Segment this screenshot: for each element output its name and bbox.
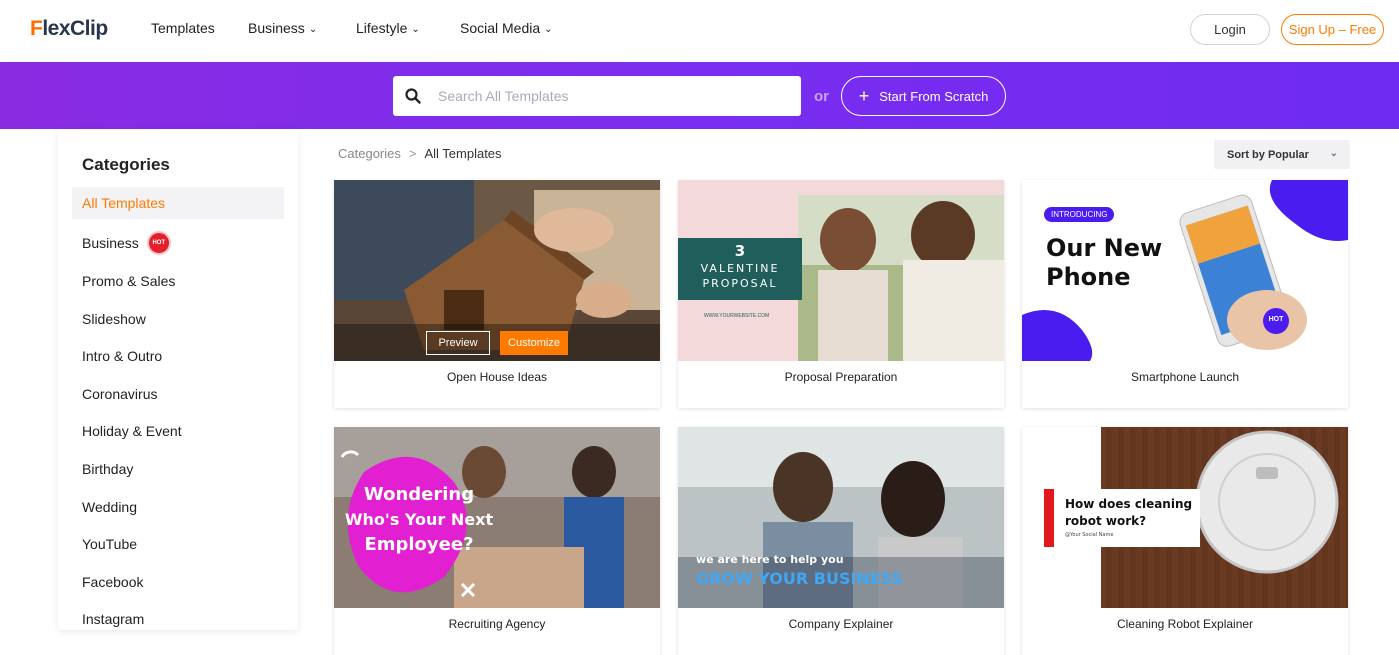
template-thumbnail[interactable]: INTRODUCING Our New Phone HOT <box>1022 180 1348 361</box>
category-business[interactable]: Business HOT <box>72 225 284 263</box>
thumb-headline: Our New Phone <box>1046 234 1162 292</box>
template-title[interactable]: Proposal Preparation <box>678 370 1004 384</box>
breadcrumb-separator: > <box>408 146 417 161</box>
template-title[interactable]: Open House Ideas <box>334 370 660 384</box>
chevron-down-icon: ⌄ <box>1329 148 1338 159</box>
or-label: or <box>814 88 829 105</box>
preview-button[interactable]: Preview <box>426 330 490 355</box>
plus-icon: + <box>858 86 870 106</box>
thumb-line3: Employee? <box>364 534 474 555</box>
category-facebook[interactable]: Facebook <box>72 563 284 601</box>
template-title[interactable]: Smartphone Launch <box>1022 370 1348 384</box>
category-holiday-event[interactable]: Holiday & Event <box>72 413 284 451</box>
thumb-line1: we are here to help you <box>696 553 844 566</box>
template-title[interactable]: Cleaning Robot Explainer <box>1022 617 1348 631</box>
thumb-line2: GROW YOUR BUSINESS <box>696 569 904 588</box>
customize-button[interactable]: Customize <box>500 330 568 355</box>
template-card-smartphone[interactable]: INTRODUCING Our New Phone HOT Smartphone… <box>1022 180 1348 408</box>
search-banner: or + Start From Scratch <box>0 62 1399 129</box>
categories-title: Categories <box>82 155 170 174</box>
introducing-tag: INTRODUCING <box>1044 207 1115 222</box>
nav-templates[interactable]: Templates <box>151 20 248 36</box>
search-icon[interactable] <box>393 88 433 104</box>
hot-badge: HOT <box>148 233 169 254</box>
thumb-line1: Our New <box>1046 234 1163 262</box>
thumb-handle: @Your Social Name <box>1065 532 1114 538</box>
category-wedding[interactable]: Wedding <box>72 488 284 526</box>
template-thumbnail[interactable]: Wondering Who's Your Next Employee? <box>334 427 660 608</box>
flexclip-logo[interactable]: FlexClip <box>30 17 108 41</box>
hot-badge: HOT <box>1268 316 1284 323</box>
chevron-down-icon: ⌄ <box>308 23 318 35</box>
thumb-line1: How does cleaning <box>1065 497 1193 511</box>
template-title[interactable]: Recruiting Agency <box>334 617 660 631</box>
thumb-number: 3 <box>734 242 746 260</box>
template-card-open-house[interactable]: Preview Customize Open House Ideas <box>334 180 660 408</box>
categories-sidebar: Categories All Templates Business HOT Pro… <box>58 129 298 630</box>
template-thumbnail[interactable]: we are here to help you GROW YOUR BUSINE… <box>678 427 1004 608</box>
thumb-line2: PROPOSAL <box>702 277 778 290</box>
thumb-line1: Wondering <box>363 484 475 505</box>
main-nav: Templates Business ⌄ Lifestyle ⌄ Social Me… <box>151 20 553 36</box>
thumb-url: WWW.YOURWEBSITE.COM <box>704 313 770 319</box>
login-button[interactable]: Login <box>1190 14 1270 45</box>
template-card-proposal[interactable]: 3 VALENTINE PROPOSAL WWW.YOURWEBSITE.COM… <box>678 180 1004 408</box>
chevron-down-icon: ⌄ <box>411 23 420 35</box>
category-birthday[interactable]: Birthday <box>72 450 284 488</box>
thumb-line2: robot work? <box>1065 514 1147 528</box>
breadcrumb: Categories > All Templates <box>338 146 502 161</box>
breadcrumb-current: All Templates <box>424 146 502 161</box>
signup-button[interactable]: Sign Up – Free <box>1281 14 1384 45</box>
search-input[interactable] <box>438 88 778 104</box>
thumb-line1: VALENTINE <box>700 262 780 275</box>
category-youtube[interactable]: YouTube <box>72 525 284 563</box>
template-card-recruiting[interactable]: Wondering Who's Your Next Employee? Recr… <box>334 427 660 655</box>
category-all-templates[interactable]: All Templates <box>72 187 284 219</box>
thumb-text: Wondering Who's Your Next Employee? <box>334 482 504 557</box>
breadcrumb-categories[interactable]: Categories <box>338 146 401 161</box>
thumb-line2: Who's Your Next <box>344 510 494 529</box>
category-slideshow[interactable]: Slideshow <box>72 300 284 338</box>
template-title[interactable]: Company Explainer <box>678 617 1004 631</box>
template-card-cleaning-robot[interactable]: How does cleaning robot work? @Your Soci… <box>1022 427 1348 655</box>
logo-letter: F <box>30 17 43 40</box>
card-hover-overlay: Preview Customize <box>334 324 660 361</box>
thumb-text: How does cleaning robot work? @Your Soci… <box>1065 497 1192 538</box>
search-box <box>393 76 801 116</box>
chevron-down-icon: ⌄ <box>544 23 553 35</box>
sort-label: Sort by Popular <box>1227 148 1309 161</box>
nav-business[interactable]: Business ⌄ <box>248 20 356 36</box>
template-card-company-explainer[interactable]: we are here to help you GROW YOUR BUSINE… <box>678 427 1004 655</box>
category-instagram[interactable]: Instagram <box>72 601 284 639</box>
sort-dropdown[interactable]: Sort by Popular ⌄ <box>1214 140 1350 169</box>
template-thumbnail[interactable]: How does cleaning robot work? @Your Soci… <box>1022 427 1348 608</box>
category-intro-outro[interactable]: Intro & Outro <box>72 337 284 375</box>
thumb-line2: Phone <box>1046 263 1131 291</box>
nav-lifestyle[interactable]: Lifestyle ⌄ <box>356 20 460 36</box>
nav-social-media[interactable]: Social Media ⌄ <box>460 20 553 36</box>
logo-text: lexClip <box>42 17 108 40</box>
template-thumbnail[interactable]: 3 VALENTINE PROPOSAL WWW.YOURWEBSITE.COM <box>678 180 1004 361</box>
category-coronavirus[interactable]: Coronavirus <box>72 375 284 413</box>
thumb-text: we are here to help you GROW YOUR BUSINE… <box>696 553 903 588</box>
top-navbar: FlexClip Templates Business ⌄ Lifestyle ⌄ … <box>0 0 1399 62</box>
start-from-scratch-button[interactable]: + Start From Scratch <box>841 76 1006 116</box>
thumb-text: 3 VALENTINE PROPOSAL <box>678 238 802 300</box>
category-list: All Templates Business HOT Promo & Sales … <box>72 187 284 638</box>
category-promo-sales[interactable]: Promo & Sales <box>72 262 284 300</box>
start-from-scratch-label: Start From Scratch <box>879 88 989 104</box>
